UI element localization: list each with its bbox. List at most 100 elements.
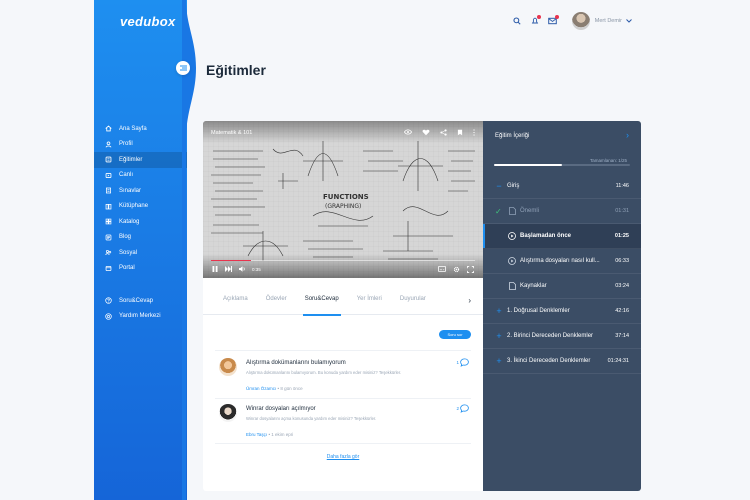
plus-icon: + xyxy=(496,356,502,366)
subtitles-icon[interactable] xyxy=(438,266,446,272)
ask-question-button[interactable]: Soru sor xyxy=(439,330,471,339)
lesson-label: Kaynaklar xyxy=(520,283,547,289)
panel-expand-chevron-icon[interactable]: › xyxy=(626,130,629,140)
catalog-icon xyxy=(105,218,112,225)
search-button[interactable] xyxy=(512,16,522,26)
sidebar-item-label: Portal xyxy=(119,265,135,272)
video-top-actions xyxy=(404,129,475,136)
section-row-giris[interactable]: − Giriş 11:46 xyxy=(483,174,641,199)
video-left-controls: 0:35 xyxy=(212,265,261,273)
section-label: 2. Birinci Dereceden Denklemler xyxy=(507,333,594,339)
reply-count[interactable]: 1 xyxy=(456,358,469,367)
sidebar-nav: Ana Sayfa Profil Eğitimler Canlı Sınavla… xyxy=(94,121,187,276)
sidebar-item-ana-sayfa[interactable]: Ana Sayfa xyxy=(94,121,187,137)
top-bar: Mert Demir xyxy=(504,12,632,30)
plus-icon: + xyxy=(496,331,502,341)
section-duration: 42:16 xyxy=(615,308,629,314)
question-author[interactable]: Ebru Taşçı xyxy=(246,432,267,437)
lesson-row[interactable]: Kaynaklar 03:24 xyxy=(483,274,641,299)
show-more-link[interactable]: Daha fazla gör xyxy=(203,454,483,460)
message-badge xyxy=(554,15,559,19)
tab-odevler[interactable]: Ödevler xyxy=(266,291,287,315)
question-body: Winrar dosyalarını açma konusunda yardım… xyxy=(246,416,377,421)
user-avatar[interactable] xyxy=(571,12,590,30)
heart-icon[interactable] xyxy=(422,129,430,136)
question-time: 1 ekim epri xyxy=(271,432,294,437)
sidebar: vedubox Ana Sayfa Profil Eğitimler Canlı… xyxy=(94,0,187,500)
course-card: FUNCTIONS (GRAPHING) Matematik & 101 0:3… xyxy=(203,121,483,491)
divider xyxy=(215,443,471,444)
sidebar-item-portal[interactable]: Portal xyxy=(94,261,187,277)
divider xyxy=(215,350,471,351)
tab-duyurular[interactable]: Duyurular xyxy=(400,291,426,315)
user-name[interactable]: Mert Demir xyxy=(595,18,622,24)
share-icon[interactable] xyxy=(440,129,447,136)
messages-button[interactable] xyxy=(548,15,559,26)
sidebar-item-label: Eğitimler xyxy=(119,156,143,163)
tab-soru-cevap[interactable]: Soru&Cevap xyxy=(302,291,341,316)
fullscreen-icon[interactable] xyxy=(467,265,474,273)
reply-count[interactable]: 2 xyxy=(456,404,469,413)
lesson-row[interactable]: Alıştırma dosyaları nasıl kull... 06:33 xyxy=(483,249,641,274)
sidebar-item-katalog[interactable]: Katalog xyxy=(94,214,187,230)
question-body: Alıştırma dokümanlarını bulamıyorum. Bu … xyxy=(246,370,402,375)
video-progress-fill xyxy=(211,259,251,261)
bookmark-icon[interactable] xyxy=(457,129,463,136)
sidebar-item-profil[interactable]: Profil xyxy=(94,137,187,153)
sidebar-item-label: Yardım Merkezi xyxy=(119,313,161,320)
divider xyxy=(215,398,471,399)
video-player[interactable]: FUNCTIONS (GRAPHING) Matematik & 101 0:3… xyxy=(203,121,483,278)
avatar xyxy=(219,358,237,376)
sidebar-item-canli[interactable]: Canlı xyxy=(94,168,187,184)
video-icon xyxy=(105,172,112,179)
course-content-panel: Eğitim İçeriği › Tamamlanan: 1/25 − Giri… xyxy=(483,121,641,491)
sidebar-item-soru-cevap[interactable]: Soru&Cevap xyxy=(94,293,187,309)
app-logo[interactable]: vedubox xyxy=(120,14,176,29)
sidebar-item-blog[interactable]: Blog xyxy=(94,230,187,246)
sidebar-item-yardim-merkezi[interactable]: Yardım Merkezi xyxy=(94,309,187,325)
section-duration: 37:14 xyxy=(615,333,629,339)
book-icon xyxy=(105,156,112,163)
section-duration: 11:46 xyxy=(615,183,629,189)
section-duration: 01:24:31 xyxy=(607,358,629,364)
svg-text:(GRAPHING): (GRAPHING) xyxy=(325,203,361,210)
reply-count-value: 2 xyxy=(456,406,459,411)
skip-forward-icon[interactable] xyxy=(225,266,232,272)
section-row[interactable]: + 2. Birinci Dereceden Denklemler 37:14 xyxy=(483,324,641,349)
blog-icon xyxy=(105,234,112,241)
section-row[interactable]: + 1. Doğrusal Denklemler 42:16 xyxy=(483,299,641,324)
tabs-next-chevron-icon[interactable]: › xyxy=(468,296,471,305)
lesson-row[interactable]: ✓ Önemli 01:31 xyxy=(483,199,641,224)
question-title[interactable]: Alıştırma dokümanlarını bulamıyorum xyxy=(246,360,346,366)
lesson-label: Başlamadan önce xyxy=(520,233,572,239)
sidebar-item-label: Sosyal xyxy=(119,249,138,256)
notifications-button[interactable] xyxy=(530,15,541,26)
sidebar-item-sinavlar[interactable]: Sınavlar xyxy=(94,183,187,199)
more-vertical-icon[interactable] xyxy=(473,129,475,136)
chevron-down-icon[interactable] xyxy=(626,19,632,23)
tab-aciklama[interactable]: Açıklama xyxy=(223,291,248,315)
eye-icon[interactable] xyxy=(404,129,412,135)
video-progress-bar[interactable] xyxy=(211,259,475,261)
sidebar-item-kutuphane[interactable]: Kütüphane xyxy=(94,199,187,215)
sidebar-toggle-button[interactable] xyxy=(176,61,190,75)
sidebar-item-egitimler[interactable]: Eğitimler xyxy=(94,152,187,168)
question-author[interactable]: Ümran Özamcı xyxy=(246,386,276,391)
sidebar-curve xyxy=(182,0,196,500)
section-row[interactable]: + 3. İkinci Dereceden Denklemler 01:24:3… xyxy=(483,349,641,374)
page-title: Eğitimler xyxy=(206,62,266,78)
lesson-duration: 03:24 xyxy=(615,283,629,289)
tab-yer-imleri[interactable]: Yer İmleri xyxy=(357,291,382,315)
panel-header: Eğitim İçeriği › xyxy=(483,121,641,151)
pause-icon[interactable] xyxy=(212,266,218,272)
sidebar-item-label: Soru&Cevap xyxy=(119,297,154,304)
settings-gear-icon[interactable] xyxy=(453,266,460,273)
user-icon xyxy=(105,141,112,148)
sidebar-item-label: Blog xyxy=(119,234,132,241)
volume-icon[interactable] xyxy=(239,266,246,272)
question-meta: Ebru Taşçı • 1 ekim epri xyxy=(246,432,294,437)
lesson-row-selected[interactable]: Başlamadan önce 01:25 xyxy=(483,224,641,249)
sidebar-item-sosyal[interactable]: Sosyal xyxy=(94,245,187,261)
question-time: 8 gün önce xyxy=(280,386,303,391)
question-title[interactable]: Winrar dosyaları açılmıyor xyxy=(246,406,316,412)
